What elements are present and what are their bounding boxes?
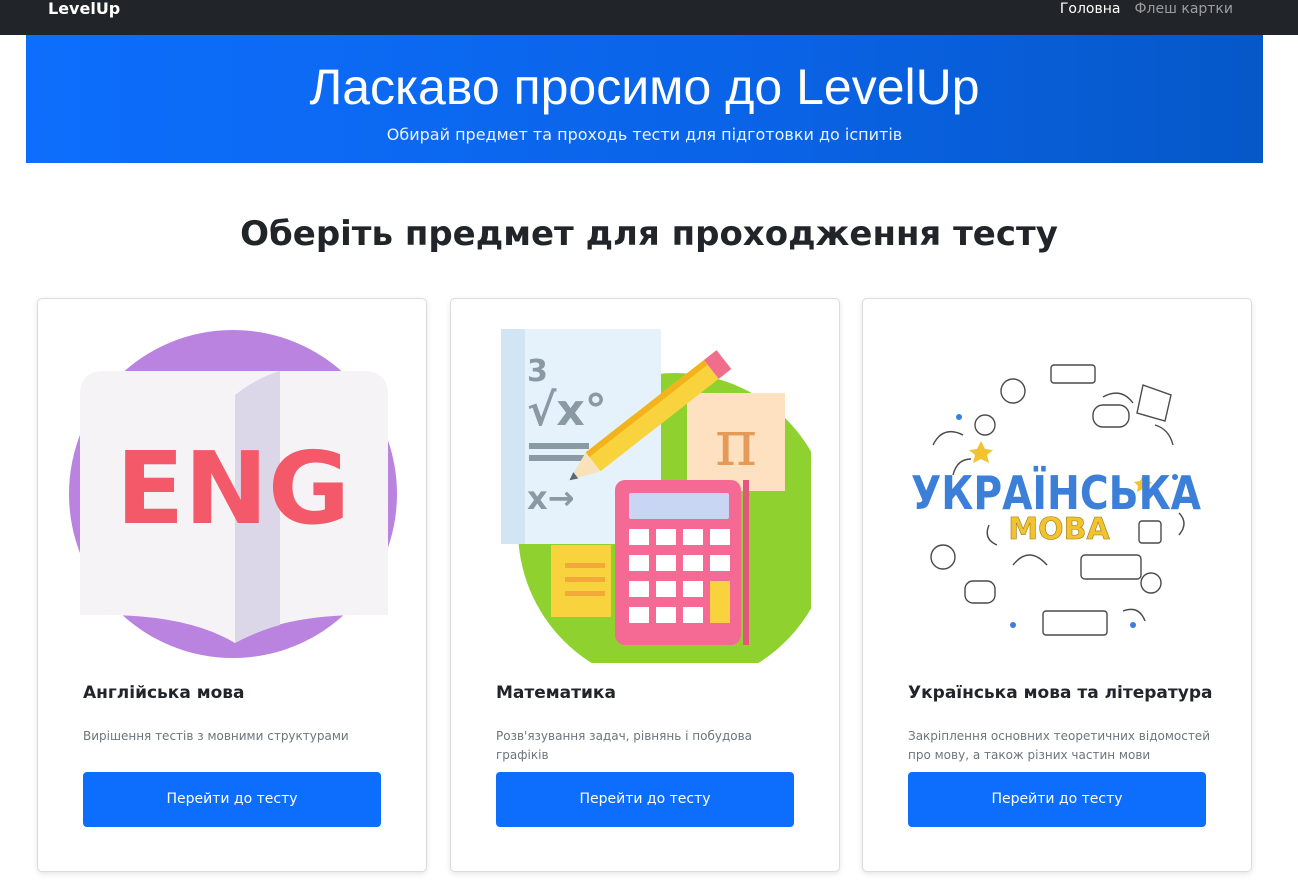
subject-card-math: 3 √x° x→ π Математика Розв'язування зада… [450,298,840,872]
ukr-mova-label: МОВА [1008,512,1110,547]
card-description: Розв'язування задач, рівнянь і побудова … [496,729,753,762]
nav-links: Головна Флеш картки [1060,0,1233,18]
svg-text:x→: x→ [527,479,574,517]
eng-image-label: ENG [116,430,350,547]
hero-title: Ласкаво просимо до LevelUp [309,59,980,115]
card-description: Закріплення основних теоретичних відомос… [908,729,1210,762]
start-test-button-math[interactable]: Перейти до тесту [496,772,794,827]
brand-logo[interactable]: LevelUp [48,0,120,20]
subject-card-ukrainian: УКРАЇНСЬКА МОВА Українська мова та літер… [862,298,1252,872]
math-icon: 3 √x° x→ π [501,329,811,663]
start-test-button-ukrainian[interactable]: Перейти до тесту [908,772,1206,827]
section-title: Оберіть предмет для проходження тесту [240,214,1058,254]
card-description: Вирішення тестів з мовними структурами [83,729,349,743]
hero-subtitle: Обирай предмет та проходь тести для підг… [386,125,903,144]
start-test-button-english[interactable]: Перейти до тесту [83,772,381,827]
svg-text:3: 3 [527,354,548,389]
card-title: Українська мова та література [908,683,1213,703]
card-title: Англійська мова [83,683,245,703]
nav-link-flashcards[interactable]: Флеш картки [1134,0,1233,18]
ukrainian-doodle-icon: УКРАЇНСЬКА МОВА [898,336,1214,652]
svg-text:√x°: √x° [527,385,607,436]
english-book-icon: ENG [69,330,397,658]
hero-banner: Ласкаво просимо до LevelUp Обирай предме… [26,35,1263,163]
subject-card-english: ENG Англійська мова Вирішення тестів з м… [37,298,427,872]
navbar: LevelUp Головна Флеш картки [0,0,1298,35]
nav-link-home[interactable]: Головна [1060,0,1121,18]
pi-label: π [715,407,757,481]
card-title: Математика [496,683,616,703]
